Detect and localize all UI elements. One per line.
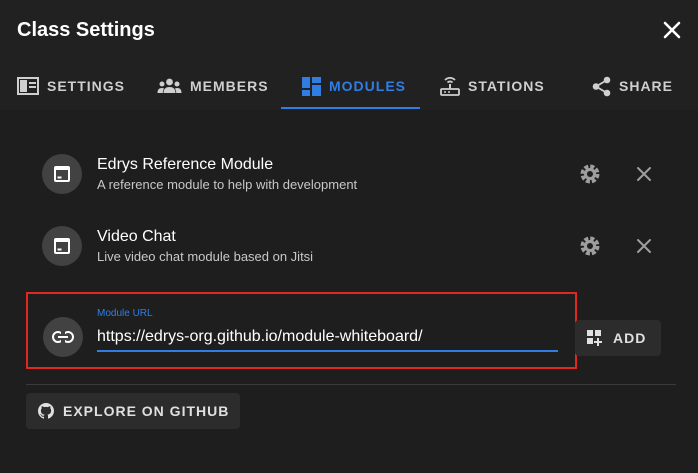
close-icon — [663, 21, 681, 39]
module-item: Video Chat Live video chat module based … — [42, 226, 682, 266]
close-icon — [637, 239, 651, 253]
link-avatar — [43, 317, 83, 357]
module-remove-button[interactable] — [632, 234, 656, 258]
gear-icon — [580, 236, 600, 256]
add-module-icon — [587, 330, 602, 346]
tab-bar: SETTINGS MEMBERS MODULES STATIONS SHARE — [0, 62, 698, 110]
class-settings-dialog: Class Settings SETTINGS MEMBERS MODULES … — [0, 0, 698, 473]
tab-members[interactable]: MEMBERS — [157, 62, 269, 110]
tab-stations[interactable]: STATIONS — [440, 62, 545, 110]
tab-share[interactable]: SHARE — [592, 62, 673, 110]
divider — [26, 384, 676, 385]
module-url-label: Module URL — [97, 308, 153, 319]
close-dialog-button[interactable] — [660, 18, 684, 42]
tab-share-label: SHARE — [619, 78, 674, 94]
module-settings-button[interactable] — [578, 162, 602, 186]
tab-modules[interactable]: MODULES — [302, 62, 406, 110]
tab-modules-label: MODULES — [329, 78, 406, 94]
settings-panel-icon — [17, 77, 39, 95]
share-icon — [592, 76, 611, 96]
tab-members-label: MEMBERS — [190, 78, 269, 94]
tab-stations-label: STATIONS — [468, 78, 545, 94]
github-icon — [38, 403, 54, 419]
module-url-field-group: Module URL — [26, 292, 577, 369]
module-title: Video Chat — [97, 228, 176, 245]
tab-settings[interactable]: SETTINGS — [17, 62, 125, 110]
module-icon — [54, 166, 70, 182]
modules-icon — [302, 76, 321, 96]
gear-icon — [580, 164, 600, 184]
stations-icon — [440, 77, 460, 96]
module-avatar — [42, 154, 82, 194]
add-button-label: ADD — [613, 330, 647, 346]
members-icon — [157, 78, 182, 93]
module-icon — [54, 238, 70, 254]
dialog-title: Class Settings — [17, 19, 155, 41]
tab-settings-label: SETTINGS — [47, 78, 126, 94]
module-item: Edrys Reference Module A reference modul… — [42, 154, 682, 194]
module-avatar — [42, 226, 82, 266]
close-icon — [637, 167, 651, 181]
link-icon — [52, 331, 74, 343]
module-title: Edrys Reference Module — [97, 156, 274, 173]
github-button-label: EXPLORE ON GITHUB — [63, 403, 230, 419]
module-settings-button[interactable] — [578, 234, 602, 258]
module-url-input[interactable] — [97, 324, 558, 352]
active-tab-indicator — [281, 107, 420, 109]
dialog-header: Class Settings — [0, 0, 698, 62]
module-subtitle: Live video chat module based on Jitsi — [97, 249, 314, 264]
module-remove-button[interactable] — [632, 162, 656, 186]
explore-github-button[interactable]: EXPLORE ON GITHUB — [26, 393, 240, 429]
add-module-button[interactable]: ADD — [575, 320, 661, 356]
module-subtitle: A reference module to help with developm… — [97, 177, 358, 192]
